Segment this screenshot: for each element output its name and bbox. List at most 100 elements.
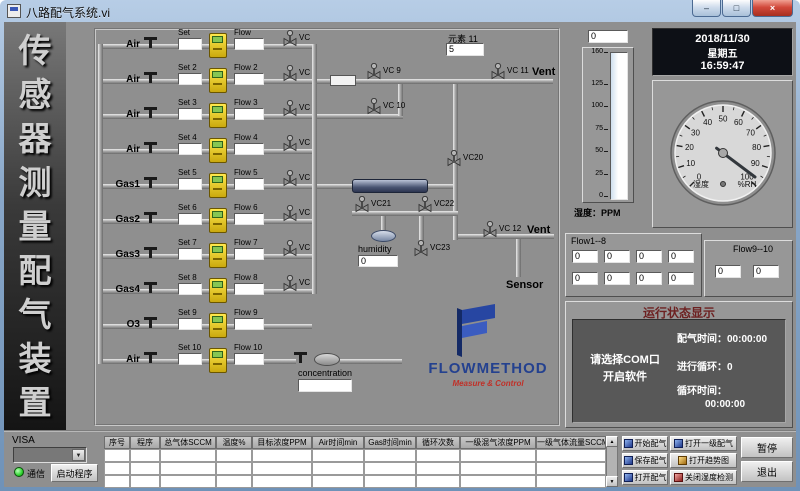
set-input[interactable] <box>178 318 202 330</box>
flow-label: Flow 8 <box>234 273 258 282</box>
set-label: Set <box>178 28 190 37</box>
run-program-button[interactable]: 启动程序 <box>51 464 98 482</box>
save-gas-button[interactable]: 保存配气 <box>622 453 668 468</box>
table-cell[interactable] <box>460 449 536 462</box>
exit-button[interactable]: 退出 <box>741 461 793 482</box>
valve-VC[interactable] <box>282 30 298 47</box>
tee-valve-icon[interactable] <box>144 350 157 362</box>
set-input[interactable] <box>178 248 202 260</box>
valve-VC20[interactable] <box>446 150 462 167</box>
scrollbar-up-icon[interactable]: ▲ <box>606 436 618 447</box>
minimize-button[interactable]: – <box>692 0 721 17</box>
valve-VC 8[interactable] <box>282 275 298 292</box>
open-trend-button[interactable]: 打开趋势图 <box>670 453 737 468</box>
tee-valve-icon[interactable] <box>144 245 157 257</box>
set-input[interactable] <box>178 353 202 365</box>
mfc-detail <box>213 118 222 120</box>
concentration-input[interactable] <box>298 379 352 392</box>
mixing-chamber <box>352 179 428 193</box>
close-humidity-button[interactable]: 关闭湿度检测 <box>670 470 737 485</box>
table-cell[interactable] <box>130 475 160 488</box>
element-input[interactable]: 5 <box>446 43 484 56</box>
table-cell[interactable] <box>416 462 460 475</box>
tee-valve-icon[interactable] <box>294 350 307 362</box>
tee-valve-icon[interactable] <box>144 70 157 82</box>
valve-VC 7[interactable] <box>282 240 298 257</box>
table-cell[interactable] <box>160 475 216 488</box>
table-cell[interactable] <box>160 462 216 475</box>
set-label: Set 7 <box>178 238 197 247</box>
table-cell[interactable] <box>104 449 130 462</box>
sidebar-banner: 传感器测量配气装置 <box>4 22 66 431</box>
mfc-screen <box>212 36 223 43</box>
table-cell[interactable] <box>536 449 606 462</box>
tee-valve-icon[interactable] <box>144 280 157 292</box>
scrollbar-down-icon[interactable]: ▼ <box>606 476 618 487</box>
table-cell[interactable] <box>460 462 536 475</box>
level-tick-label: 100 <box>583 102 603 109</box>
start-gas-button[interactable]: 开始配气 <box>622 436 668 451</box>
table-cell[interactable] <box>364 462 416 475</box>
set-input[interactable] <box>178 213 202 225</box>
table-cell[interactable] <box>216 449 252 462</box>
table-cell[interactable] <box>216 475 252 488</box>
table-cell[interactable] <box>460 475 536 488</box>
titlebar[interactable]: 八路配气系统.vi – □ × <box>0 0 800 22</box>
table-cell[interactable] <box>364 449 416 462</box>
set-input[interactable] <box>178 143 202 155</box>
valve-VC 5[interactable] <box>282 170 298 187</box>
table-cell[interactable] <box>252 449 312 462</box>
valve-VC 3[interactable] <box>282 100 298 117</box>
tee-valve-icon[interactable] <box>144 140 157 152</box>
table-cell[interactable] <box>536 462 606 475</box>
set-input[interactable] <box>178 38 202 50</box>
dropdown-icon[interactable]: ▼ <box>72 449 85 461</box>
table-cell[interactable] <box>536 475 606 488</box>
set-input[interactable] <box>178 108 202 120</box>
table-cell[interactable] <box>252 462 312 475</box>
status-field: 配气时间：00:00:00 <box>677 330 767 345</box>
close-button[interactable]: × <box>752 0 793 17</box>
table-cell[interactable] <box>130 462 160 475</box>
table-cell[interactable] <box>312 475 364 488</box>
valve-VC23[interactable] <box>413 240 429 257</box>
open-gas-button[interactable]: 打开配气 <box>622 470 668 485</box>
valve-VC 11[interactable] <box>490 63 506 80</box>
pause-button[interactable]: 暂停 <box>741 437 793 458</box>
table-cell[interactable] <box>312 462 364 475</box>
valve-VC 10[interactable] <box>366 98 382 115</box>
svg-text:10: 10 <box>686 159 695 168</box>
tee-valve-icon[interactable] <box>144 105 157 117</box>
valve-VC21[interactable] <box>354 196 370 213</box>
mfc-detail <box>213 293 222 295</box>
gas-label: Air <box>100 109 140 120</box>
set-input[interactable] <box>178 178 202 190</box>
table-cell[interactable] <box>312 449 364 462</box>
valve-VC 4[interactable] <box>282 135 298 152</box>
visa-resource-combo[interactable]: ▼ <box>13 447 87 463</box>
table-cell[interactable] <box>104 462 130 475</box>
table-cell[interactable] <box>416 475 460 488</box>
valve-VC 12[interactable] <box>482 221 498 238</box>
set-input[interactable] <box>178 73 202 85</box>
tee-valve-icon[interactable] <box>144 315 157 327</box>
table-cell[interactable] <box>216 462 252 475</box>
tee-valve-icon[interactable] <box>144 175 157 187</box>
valve-label: VC 12 <box>499 224 521 233</box>
valve-VC 2[interactable] <box>282 65 298 82</box>
open-primary-gas-button[interactable]: 打开一级配气 <box>670 436 737 451</box>
table-cell[interactable] <box>160 449 216 462</box>
valve-VC22[interactable] <box>417 196 433 213</box>
table-cell[interactable] <box>416 449 460 462</box>
tee-valve-icon[interactable] <box>144 35 157 47</box>
table-cell[interactable] <box>252 475 312 488</box>
table-cell[interactable] <box>130 449 160 462</box>
maximize-button[interactable]: □ <box>722 0 751 17</box>
valve-VC 9[interactable] <box>366 63 382 80</box>
tee-valve-icon[interactable] <box>144 210 157 222</box>
set-input[interactable] <box>178 283 202 295</box>
valve-VC 6[interactable] <box>282 205 298 222</box>
flow-label: Flow 4 <box>234 133 258 142</box>
table-cell[interactable] <box>104 475 130 488</box>
table-cell[interactable] <box>364 475 416 488</box>
